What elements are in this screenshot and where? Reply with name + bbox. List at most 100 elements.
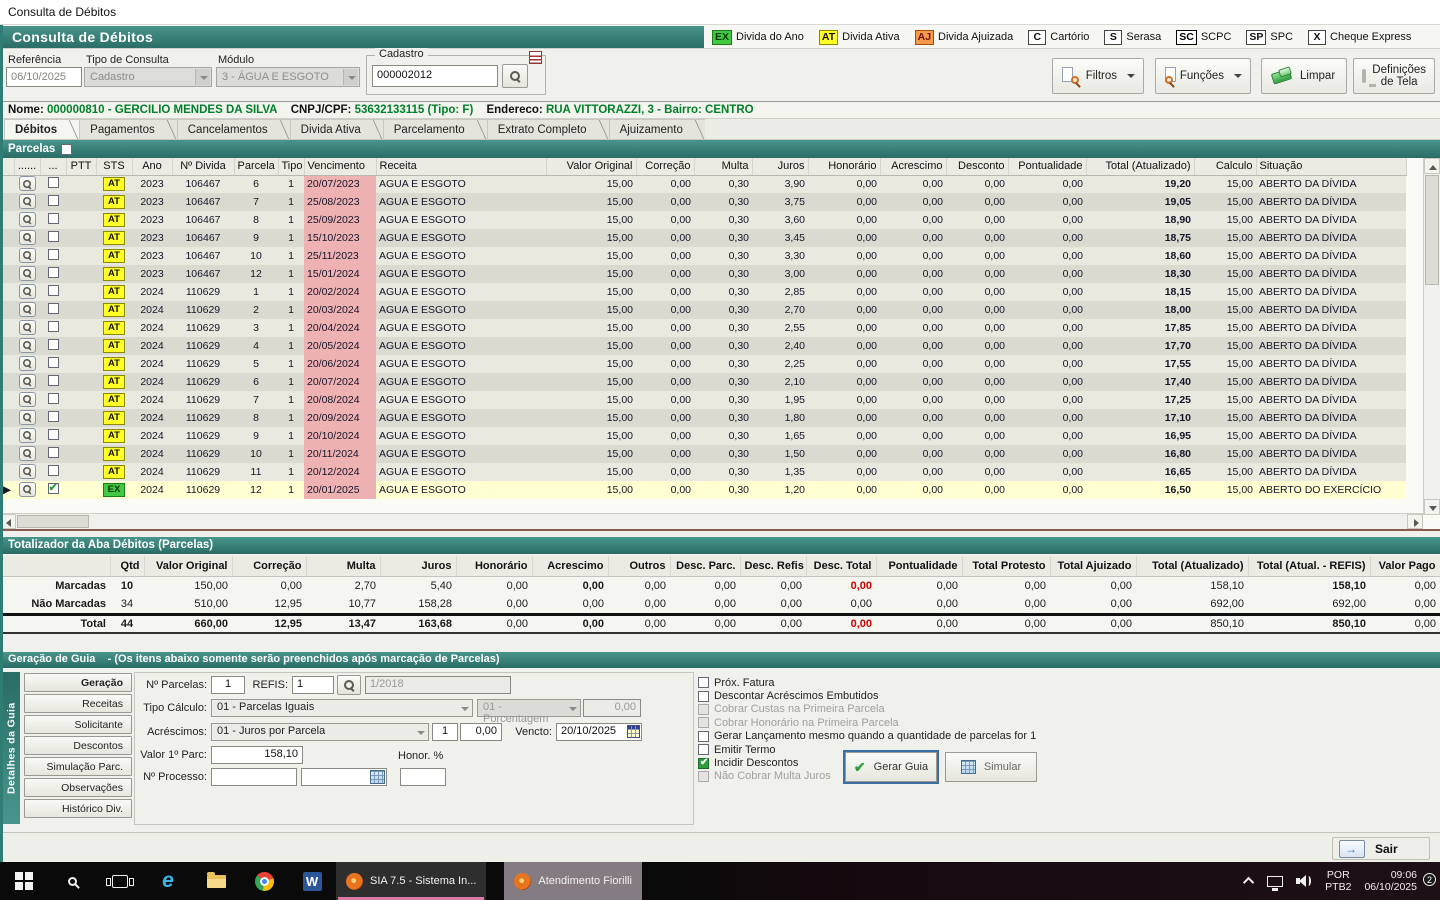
scroll-right-button[interactable] (1407, 514, 1423, 529)
table-row[interactable]: AT202310646710125/11/2023AGUA E ESGOTO15… (0, 247, 1406, 265)
table-row[interactable]: AT20241106297120/08/2024AGUA E ESGOTO15,… (0, 391, 1406, 409)
table-row[interactable]: AT20241106298120/09/2024AGUA E ESGOTO15,… (0, 409, 1406, 427)
tab-extrato-completo[interactable]: Extrato Completo (487, 119, 609, 139)
option-checkbox[interactable] (698, 758, 709, 769)
acrescimo-qtd-input[interactable]: 1 (432, 723, 458, 741)
processo-doc-input[interactable] (301, 768, 387, 786)
tab-débitos[interactable]: Débitos (4, 119, 79, 139)
row-detail-button[interactable] (19, 248, 36, 263)
row-checkbox[interactable] (48, 357, 59, 368)
row-detail-button[interactable] (19, 338, 36, 353)
column-header-divida[interactable]: Nº Divida (172, 158, 234, 175)
guia-nav-gera-o[interactable]: Geração (24, 673, 132, 692)
tab-parcelamento[interactable]: Parcelamento (383, 119, 487, 139)
table-row[interactable]: AT20241106292120/03/2024AGUA E ESGOTO15,… (0, 301, 1406, 319)
calendar-icon[interactable] (627, 725, 640, 738)
tipo-consulta-select[interactable]: Cadastro (84, 67, 212, 87)
chevron-down-icon[interactable] (343, 69, 358, 85)
clock[interactable]: 09:0606/10/2025 (1364, 869, 1417, 893)
horizontal-scroll-thumb[interactable] (17, 515, 89, 528)
column-header-ptt[interactable]: PTT (66, 158, 96, 175)
row-checkbox[interactable] (48, 429, 59, 440)
row-detail-button[interactable] (19, 392, 36, 407)
table-row[interactable]: ▶EX202411062912120/01/2025AGUA E ESGOTO1… (0, 481, 1406, 499)
column-header-chk[interactable]: ... (40, 158, 66, 175)
row-checkbox[interactable] (48, 339, 59, 350)
taskbar-search-button[interactable] (48, 862, 96, 900)
taskbar-app-sia-7-5-sistema-in-[interactable]: SIA 7.5 - Sistema In... (336, 862, 486, 900)
column-header-correcao[interactable]: Correção (636, 158, 694, 175)
row-checkbox[interactable] (48, 249, 59, 260)
guia-nav-descontos[interactable]: Descontos (24, 736, 132, 755)
row-checkbox[interactable] (48, 177, 59, 188)
row-detail-button[interactable] (19, 212, 36, 227)
row-checkbox[interactable] (48, 375, 59, 386)
tab-ajuizamento[interactable]: Ajuizamento (609, 119, 705, 139)
column-header-acrescimo[interactable]: Acrescimo (880, 158, 946, 175)
row-detail-button[interactable] (19, 266, 36, 281)
horizontal-scrollbar[interactable] (0, 513, 1423, 529)
valor-parc-input[interactable]: 158,10 (211, 746, 303, 764)
vertical-scroll-thumb[interactable] (1425, 175, 1439, 285)
funcoes-button[interactable]: Funções (1155, 58, 1251, 94)
taskbar-app-atendimento-fiorilli[interactable]: Atendimento Fiorilli (504, 862, 642, 900)
table-row[interactable]: AT20231064676120/07/2023AGUA E ESGOTO15,… (0, 175, 1406, 193)
acrescimos-select[interactable]: 01 - Juros por Parcela (211, 723, 429, 741)
chevron-down-icon[interactable] (195, 69, 210, 85)
table-row[interactable]: AT20241106294120/05/2024AGUA E ESGOTO15,… (0, 337, 1406, 355)
tab-divida-ativa[interactable]: Divida Ativa (290, 119, 383, 139)
table-row[interactable]: AT20241106296120/07/2024AGUA E ESGOTO15,… (0, 373, 1406, 391)
guia-nav-hist-rico-div-[interactable]: Histórico Div. (24, 799, 132, 818)
row-checkbox[interactable] (48, 447, 59, 458)
referencia-field[interactable]: 06/10/2025 (6, 67, 82, 87)
row-checkbox[interactable] (48, 231, 59, 242)
chrome-button[interactable] (240, 862, 288, 900)
table-row[interactable]: AT202411062911120/12/2024AGUA E ESGOTO15… (0, 463, 1406, 481)
column-header-tipo[interactable]: Tipo (278, 158, 304, 175)
vencto-input[interactable]: 20/10/2025 (556, 723, 642, 741)
column-header-mag[interactable]: ...... (14, 158, 40, 175)
simular-button[interactable]: Simular (945, 752, 1037, 782)
task-view-button[interactable] (96, 862, 144, 900)
row-checkbox[interactable] (48, 393, 59, 404)
row-detail-button[interactable] (19, 356, 36, 371)
row-checkbox[interactable] (48, 303, 59, 314)
table-row[interactable]: AT20241106291120/02/2024AGUA E ESGOTO15,… (0, 283, 1406, 301)
n-parcelas-input[interactable]: 1 (211, 676, 245, 694)
list-icon[interactable] (529, 51, 542, 64)
limpar-button[interactable]: Limpar (1261, 58, 1347, 94)
table-row[interactable]: AT20241106293120/04/2024AGUA E ESGOTO15,… (0, 319, 1406, 337)
word-button[interactable]: W (288, 862, 336, 900)
sair-button[interactable]: → Sair (1332, 837, 1430, 860)
row-detail-button[interactable] (19, 176, 36, 191)
row-detail-button[interactable] (19, 482, 36, 497)
processo-input[interactable] (211, 768, 297, 786)
guia-nav-simula-o-parc-[interactable]: Simulação Parc. (24, 757, 132, 776)
guia-nav-receitas[interactable]: Receitas (24, 694, 132, 713)
column-header-parcela[interactable]: Parcela (234, 158, 278, 175)
column-header-calculo[interactable]: Calculo (1194, 158, 1256, 175)
row-checkbox[interactable] (48, 195, 59, 206)
filtros-button[interactable]: Filtros (1052, 58, 1144, 94)
table-row[interactable]: AT20241106299120/10/2024AGUA E ESGOTO15,… (0, 427, 1406, 445)
column-header-situacao[interactable]: Situação (1256, 158, 1406, 175)
column-header-juros[interactable]: Juros (752, 158, 808, 175)
row-checkbox[interactable] (48, 213, 59, 224)
language-indicator[interactable]: PORPTB2 (1325, 869, 1351, 893)
row-detail-button[interactable] (19, 464, 36, 479)
row-checkbox[interactable] (48, 483, 59, 494)
chevron-down-icon[interactable] (413, 724, 428, 740)
chevron-down-icon[interactable] (457, 700, 472, 716)
cadastro-input[interactable]: 000002012 (372, 65, 498, 87)
start-button[interactable] (0, 862, 48, 900)
row-detail-button[interactable] (19, 320, 36, 335)
row-detail-button[interactable] (19, 302, 36, 317)
table-row[interactable]: AT202310646712115/01/2024AGUA E ESGOTO15… (0, 265, 1406, 283)
detalhes-guia-vertical-tab[interactable]: Detalhes da Guia (3, 672, 20, 824)
column-header-sts[interactable]: STS (96, 158, 132, 175)
file-explorer-button[interactable] (192, 862, 240, 900)
speaker-icon[interactable] (1296, 874, 1312, 888)
row-checkbox[interactable] (48, 411, 59, 422)
parcelas-checkbox[interactable] (61, 144, 72, 155)
table-row[interactable]: AT202411062910120/11/2024AGUA E ESGOTO15… (0, 445, 1406, 463)
